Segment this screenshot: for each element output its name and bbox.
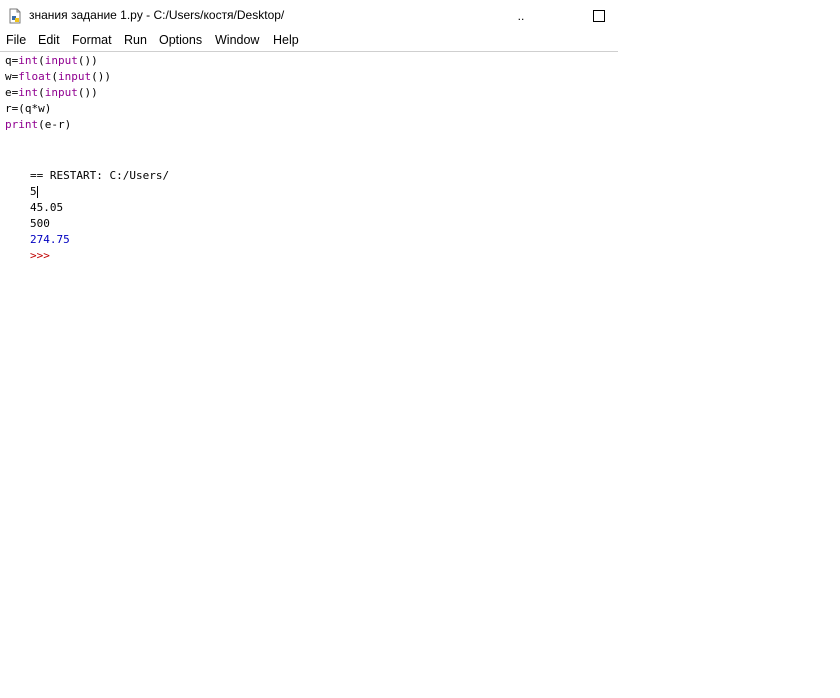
code-line: w=float(input()) bbox=[5, 70, 111, 83]
menu-help[interactable]: Help bbox=[273, 33, 299, 47]
maximize-icon bbox=[593, 9, 605, 22]
menu-options[interactable]: Options bbox=[159, 33, 202, 47]
text-cursor bbox=[36, 186, 38, 198]
code-line: print(e-r) bbox=[5, 118, 72, 131]
shell-input-line: 5 bbox=[30, 185, 38, 198]
code-line: r=(q*w) bbox=[5, 102, 52, 115]
minimize-icon: .. bbox=[517, 8, 525, 23]
menu-run[interactable]: Run bbox=[124, 33, 147, 47]
minimize-button[interactable]: .. bbox=[501, 0, 541, 31]
code-line: e=int(input()) bbox=[5, 86, 98, 99]
shell-output-line: 274.75 bbox=[30, 233, 70, 246]
menu-window[interactable]: Window bbox=[215, 33, 259, 47]
shell-restart-line: == RESTART: C:/Users/ bbox=[30, 169, 170, 182]
menu-bar: File Edit Format Run Options Window Help bbox=[0, 31, 618, 52]
menu-file[interactable]: File bbox=[6, 33, 26, 47]
code-editor[interactable]: q=int(input()) w=float(input()) e=int(in… bbox=[0, 52, 618, 698]
shell-prompt[interactable]: >>> bbox=[30, 248, 50, 264]
shell-input-line: 45.05 bbox=[30, 201, 64, 214]
menu-edit[interactable]: Edit bbox=[38, 33, 60, 47]
maximize-button[interactable] bbox=[579, 0, 619, 31]
window-title: знания задание 1.py - C:/Users/костя/Des… bbox=[29, 8, 285, 22]
menu-format[interactable]: Format bbox=[72, 33, 112, 47]
code-line: q=int(input()) bbox=[5, 54, 98, 67]
title-bar: знания задание 1.py - C:/Users/костя/Des… bbox=[0, 0, 618, 31]
shell-input-line: 500 bbox=[30, 217, 50, 230]
python-file-icon bbox=[9, 8, 21, 24]
